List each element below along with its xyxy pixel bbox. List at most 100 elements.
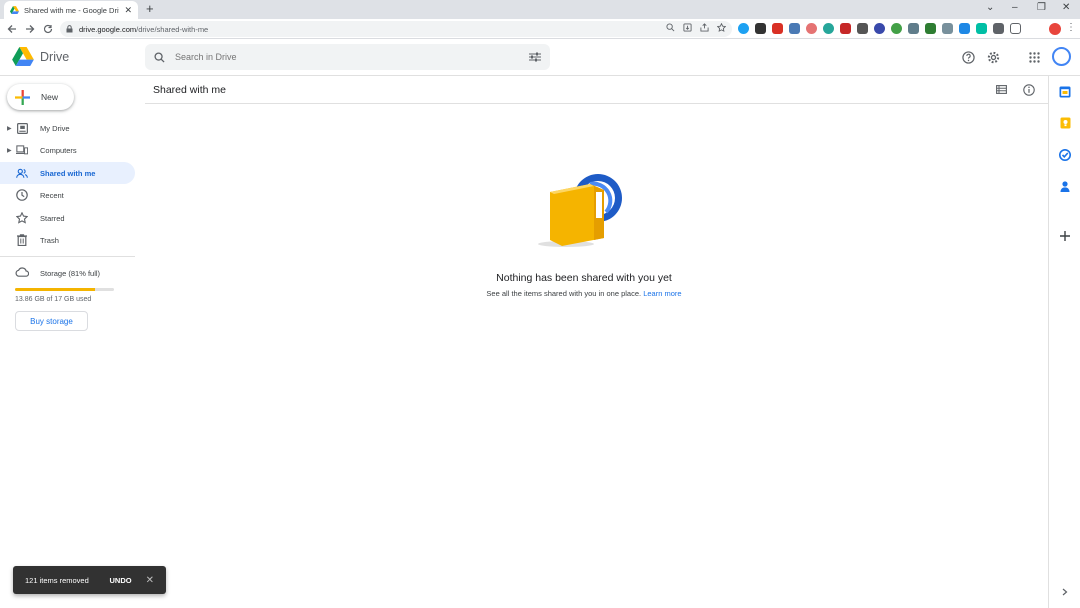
new-button-label: New [41, 92, 59, 102]
browser-tab-strip: Shared with me - Google Drive ✕ + ⌄ – ❐ … [0, 0, 1080, 19]
learn-more-link[interactable]: Learn more [643, 289, 681, 298]
search-options-icon[interactable] [529, 52, 541, 62]
storage-progress-fill [15, 288, 96, 291]
search-box[interactable] [145, 44, 550, 70]
browser-toolbar: drive.google.com/drive/shared-with-me ⋮ [0, 19, 1080, 39]
empty-state-illustration [532, 170, 628, 250]
reload-icon[interactable] [41, 22, 55, 36]
storage-label[interactable]: Storage (81% full) [40, 269, 100, 278]
extension-icon[interactable] [840, 23, 851, 34]
sidebar-item-recent[interactable]: Recent [0, 184, 135, 206]
sidebar-item-trash[interactable]: Trash [0, 229, 135, 251]
snackbar: 121 items removed UNDO ✕ [13, 566, 166, 594]
clock-icon [16, 189, 28, 201]
extension-icon[interactable] [942, 23, 953, 34]
main-divider [145, 103, 1048, 104]
undo-button[interactable]: UNDO [110, 576, 132, 585]
new-tab-icon[interactable]: + [146, 2, 154, 16]
search-icon[interactable] [154, 51, 165, 63]
info-icon[interactable] [1021, 82, 1036, 97]
sidebar-item-label: Shared with me [40, 168, 96, 178]
sidebar-item-label: Trash [40, 235, 59, 245]
drive-favicon-icon [10, 6, 19, 14]
help-icon[interactable] [961, 50, 976, 65]
sidebar-item-shared-with-me[interactable]: Shared with me [0, 162, 135, 184]
gear-icon[interactable] [986, 50, 1001, 65]
star-icon [16, 212, 28, 224]
link-icon[interactable] [857, 23, 868, 34]
browser-tab[interactable]: Shared with me - Google Drive ✕ [4, 1, 138, 19]
extension-icon[interactable] [755, 23, 766, 34]
tasks-icon[interactable] [1059, 149, 1071, 161]
close-icon[interactable]: ✕ [146, 575, 154, 586]
translate-icon[interactable] [959, 23, 970, 34]
extension-icon[interactable] [823, 23, 834, 34]
chevron-right-icon[interactable] [1059, 586, 1071, 598]
drive-logo[interactable]: Drive [12, 47, 69, 66]
drive-header: Drive [0, 40, 1080, 76]
minimize-icon[interactable]: – [1012, 2, 1018, 14]
buy-storage-button[interactable]: Buy storage [15, 311, 88, 331]
window-close-icon[interactable]: ✕ [1062, 2, 1070, 14]
sidebar-item-starred[interactable]: Starred [0, 207, 135, 229]
sidebar-item-label: Recent [40, 190, 64, 200]
sidebar-item-label: My Drive [40, 123, 70, 133]
extension-icon[interactable] [789, 23, 800, 34]
snackbar-message: 121 items removed [25, 575, 89, 585]
side-panel-icon[interactable] [1010, 23, 1021, 34]
trash-icon [16, 234, 28, 246]
kebab-menu-icon[interactable]: ⋮ [1066, 22, 1076, 33]
empty-state-text: See all the items shared with you in one… [486, 289, 642, 298]
url-host: drive.google.com [79, 24, 137, 34]
expand-arrow-icon[interactable]: ▶ [7, 125, 12, 132]
extension-icon[interactable] [738, 23, 749, 34]
product-name: Drive [40, 49, 70, 64]
apps-grid-icon[interactable] [1027, 50, 1042, 65]
expand-arrow-icon[interactable]: ▶ [7, 147, 12, 154]
search-input[interactable] [175, 52, 529, 62]
new-button[interactable]: New [7, 84, 74, 110]
account-avatar[interactable] [1052, 47, 1071, 66]
extension-icon[interactable] [874, 23, 885, 34]
back-icon[interactable] [5, 22, 19, 36]
profile-avatar[interactable] [1049, 23, 1061, 35]
zoom-icon[interactable] [666, 23, 675, 32]
calendar-icon[interactable] [1059, 86, 1071, 98]
empty-state-subtitle: See all the items shared with you in one… [420, 289, 748, 298]
computers-icon [16, 144, 28, 156]
share-icon[interactable] [700, 23, 709, 32]
forward-icon[interactable] [23, 22, 37, 36]
browser-tab-title: Shared with me - Google Drive [24, 5, 120, 15]
address-bar[interactable]: drive.google.com/drive/shared-with-me [60, 21, 732, 37]
sidebar-item-computers[interactable]: ▶ Computers [0, 139, 135, 161]
extension-icon[interactable] [908, 23, 919, 34]
shared-icon [16, 167, 28, 179]
sidebar-item-my-drive[interactable]: ▶ My Drive [0, 117, 135, 139]
extensions-bar [738, 23, 1021, 34]
extension-icon[interactable] [772, 23, 783, 34]
url-path: /drive/shared-with-me [136, 24, 209, 34]
restore-icon[interactable]: ❐ [1037, 2, 1046, 14]
extension-icon[interactable] [891, 23, 902, 34]
tab-close-icon[interactable]: ✕ [124, 5, 132, 15]
puzzle-icon[interactable] [993, 23, 1004, 34]
contacts-icon[interactable] [1059, 180, 1071, 192]
sidebar-divider [0, 256, 135, 257]
url-text: drive.google.com/drive/shared-with-me [79, 25, 208, 34]
chevron-down-icon[interactable]: ⌄ [986, 2, 994, 14]
plus-icon [15, 89, 30, 105]
bookmark-star-icon[interactable] [717, 23, 726, 32]
drive-logo-icon [12, 47, 34, 66]
add-addon-icon[interactable] [1059, 230, 1071, 242]
page-title: Shared with me [153, 84, 226, 96]
extension-icon[interactable] [976, 23, 987, 34]
cloud-icon [15, 267, 29, 277]
storage-progress-bar [15, 288, 114, 291]
sidebar-item-label: Computers [40, 145, 77, 155]
side-panel [1048, 76, 1080, 608]
extension-icon[interactable] [925, 23, 936, 34]
list-view-icon[interactable] [994, 82, 1009, 97]
extension-icon[interactable] [806, 23, 817, 34]
install-icon[interactable] [683, 23, 692, 32]
keep-icon[interactable] [1059, 117, 1071, 129]
